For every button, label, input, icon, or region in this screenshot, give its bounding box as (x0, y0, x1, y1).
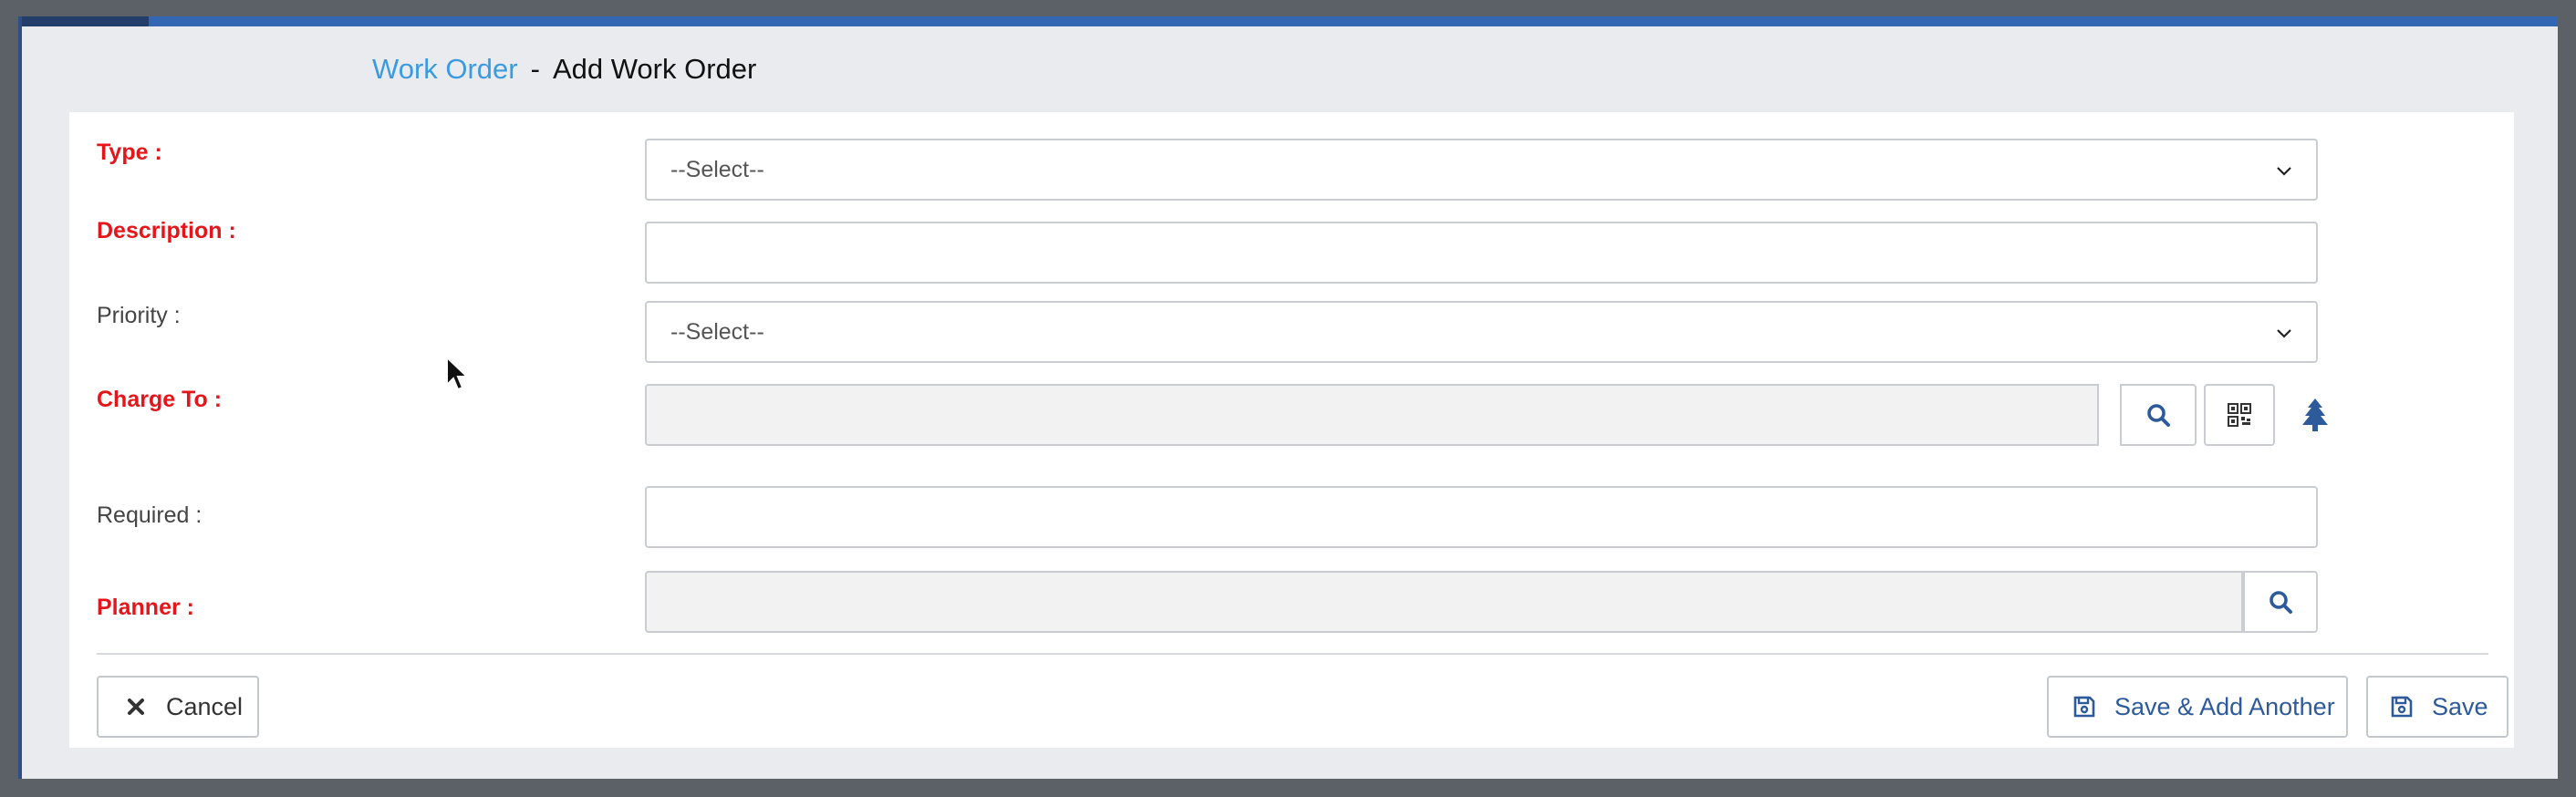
add-work-order-modal: Work Order - Add Work Order Type : --Selec… (18, 16, 2558, 779)
charge-to-label: Charge To : (97, 387, 223, 412)
planner-input[interactable] (645, 571, 2243, 633)
search-icon (2270, 591, 2292, 614)
charge-to-search-button[interactable] (2120, 384, 2197, 446)
breadcrumb-work-order-link[interactable]: Work Order (372, 53, 518, 85)
priority-select[interactable]: --Select-- (645, 301, 2318, 363)
form-divider (97, 653, 2488, 655)
floppy-disk-icon (2390, 695, 2414, 719)
charge-to-input[interactable] (645, 384, 2099, 446)
description-label: Description : (97, 218, 236, 243)
chevron-down-icon (2277, 167, 2291, 176)
cancel-button-label: Cancel (166, 693, 244, 720)
description-input[interactable] (645, 222, 2318, 284)
type-select[interactable]: --Select-- (645, 139, 2318, 201)
cancel-button[interactable]: Cancel (97, 676, 259, 738)
floppy-disk-icon (2072, 695, 2096, 719)
planner-label: Planner : (97, 595, 194, 620)
required-label: Required : (97, 502, 203, 528)
breadcrumb: Work Order - Add Work Order (372, 51, 756, 88)
save-button[interactable]: Save (2366, 676, 2508, 738)
chevron-down-icon (2277, 329, 2291, 338)
loading-progress-bar (22, 16, 149, 26)
required-date-input[interactable] (645, 486, 2318, 548)
page-title: Add Work Order (552, 53, 757, 85)
breadcrumb-separator: - (530, 53, 540, 85)
priority-select-value: --Select-- (670, 319, 764, 345)
times-icon (124, 695, 148, 719)
priority-label: Priority : (97, 303, 181, 328)
tree-icon (2302, 398, 2328, 431)
charge-to-scan-button[interactable] (2204, 384, 2275, 446)
type-select-value: --Select-- (670, 157, 764, 182)
top-accent-bar (22, 16, 2558, 26)
save-and-add-another-label: Save & Add Another (2114, 693, 2335, 720)
save-button-label: Save (2432, 693, 2488, 720)
mouse-cursor-icon (446, 356, 470, 391)
qr-code-icon (2228, 403, 2251, 427)
charge-to-hierarchy-button[interactable] (2297, 384, 2333, 446)
save-and-add-another-button[interactable]: Save & Add Another (2047, 676, 2348, 738)
type-label: Type : (97, 140, 162, 165)
planner-search-button[interactable] (2243, 571, 2318, 633)
search-icon (2147, 404, 2170, 427)
form-card: Type : --Select-- Description : Priority… (69, 112, 2514, 748)
